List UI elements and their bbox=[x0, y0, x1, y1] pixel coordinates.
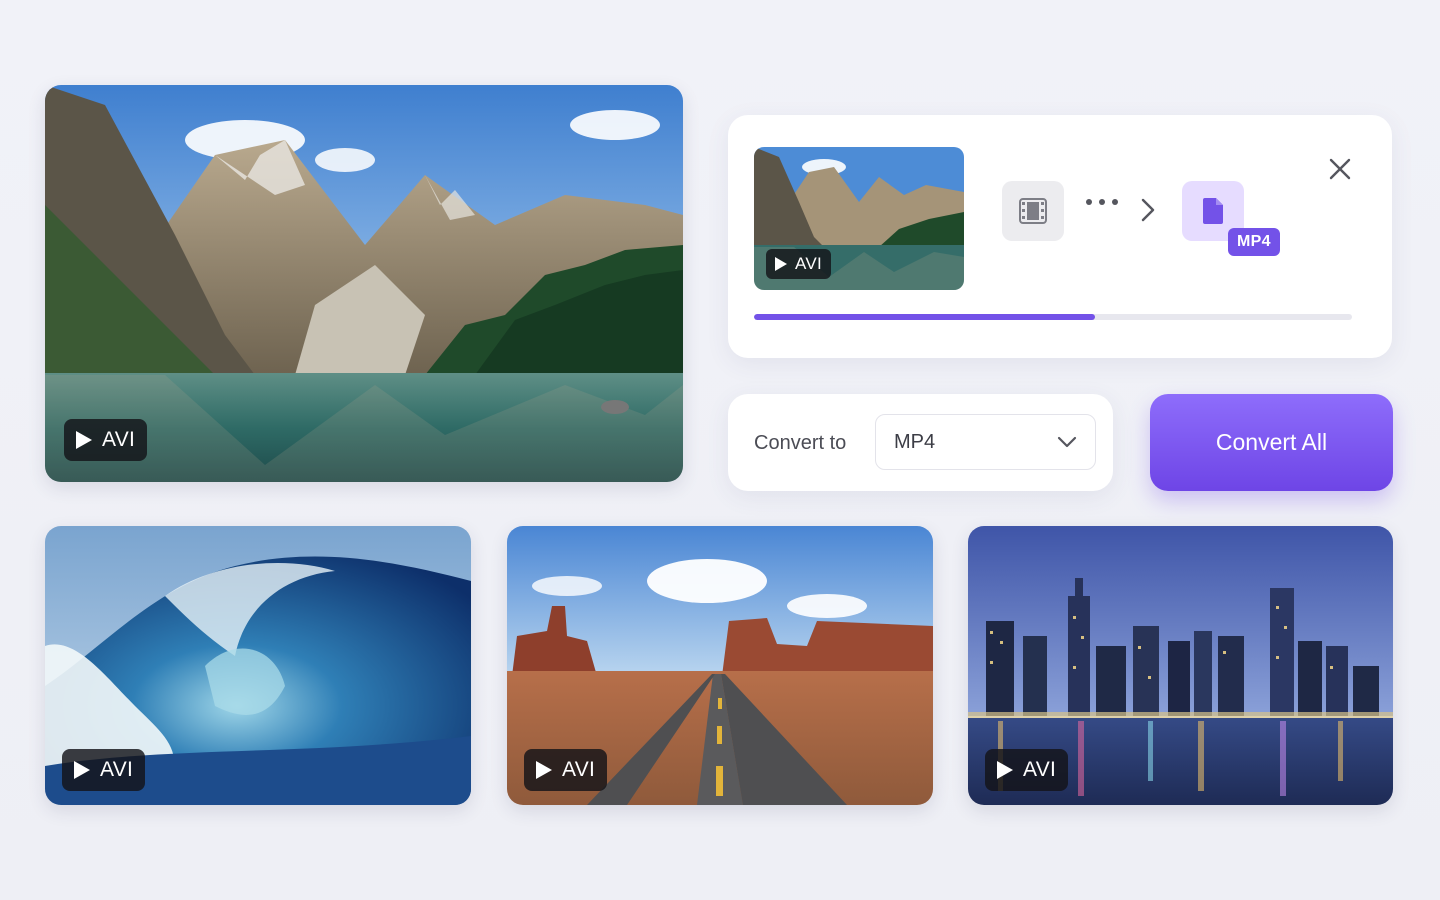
format-dropdown[interactable]: MP4 bbox=[875, 414, 1096, 470]
play-icon bbox=[74, 761, 90, 779]
film-icon bbox=[1019, 198, 1047, 224]
format-badge: AVI bbox=[524, 749, 608, 791]
play-icon bbox=[775, 257, 787, 271]
hero-video-thumbnail[interactable]: AVI bbox=[45, 85, 683, 482]
play-icon bbox=[76, 431, 92, 449]
convert-to-panel: Convert to MP4 bbox=[728, 394, 1113, 491]
gallery-video-thumbnail[interactable]: AVI bbox=[968, 526, 1393, 805]
source-format-icon-box bbox=[1002, 181, 1064, 241]
target-format-tag: MP4 bbox=[1228, 228, 1280, 256]
conversion-card: AVI MP4 bbox=[728, 115, 1392, 358]
convert-to-label: Convert to bbox=[754, 432, 847, 454]
convert-all-button[interactable]: Convert All bbox=[1150, 394, 1393, 491]
close-icon[interactable] bbox=[1326, 155, 1354, 183]
conversion-progress-bar bbox=[754, 314, 1352, 320]
chevron-right-icon bbox=[1141, 198, 1155, 222]
gallery-video-thumbnail[interactable]: AVI bbox=[507, 526, 933, 805]
play-icon bbox=[997, 761, 1013, 779]
format-badge-label: AVI bbox=[100, 758, 134, 781]
format-badge-label: AVI bbox=[102, 428, 136, 451]
format-badge: AVI bbox=[64, 419, 148, 461]
file-icon bbox=[1203, 198, 1223, 224]
format-badge-label: AVI bbox=[795, 254, 823, 273]
more-dots-icon bbox=[1086, 199, 1118, 205]
play-icon bbox=[536, 761, 552, 779]
format-badge-label: AVI bbox=[1023, 758, 1057, 781]
format-badge: AVI bbox=[766, 249, 832, 279]
format-badge-label: AVI bbox=[562, 758, 596, 781]
format-dropdown-value: MP4 bbox=[894, 430, 936, 453]
conversion-thumbnail[interactable]: AVI bbox=[754, 147, 964, 290]
chevron-down-icon bbox=[1057, 436, 1077, 448]
gallery-video-thumbnail[interactable]: AVI bbox=[45, 526, 471, 805]
format-badge: AVI bbox=[985, 749, 1069, 791]
conversion-progress-fill bbox=[754, 314, 1095, 320]
format-badge: AVI bbox=[62, 749, 146, 791]
